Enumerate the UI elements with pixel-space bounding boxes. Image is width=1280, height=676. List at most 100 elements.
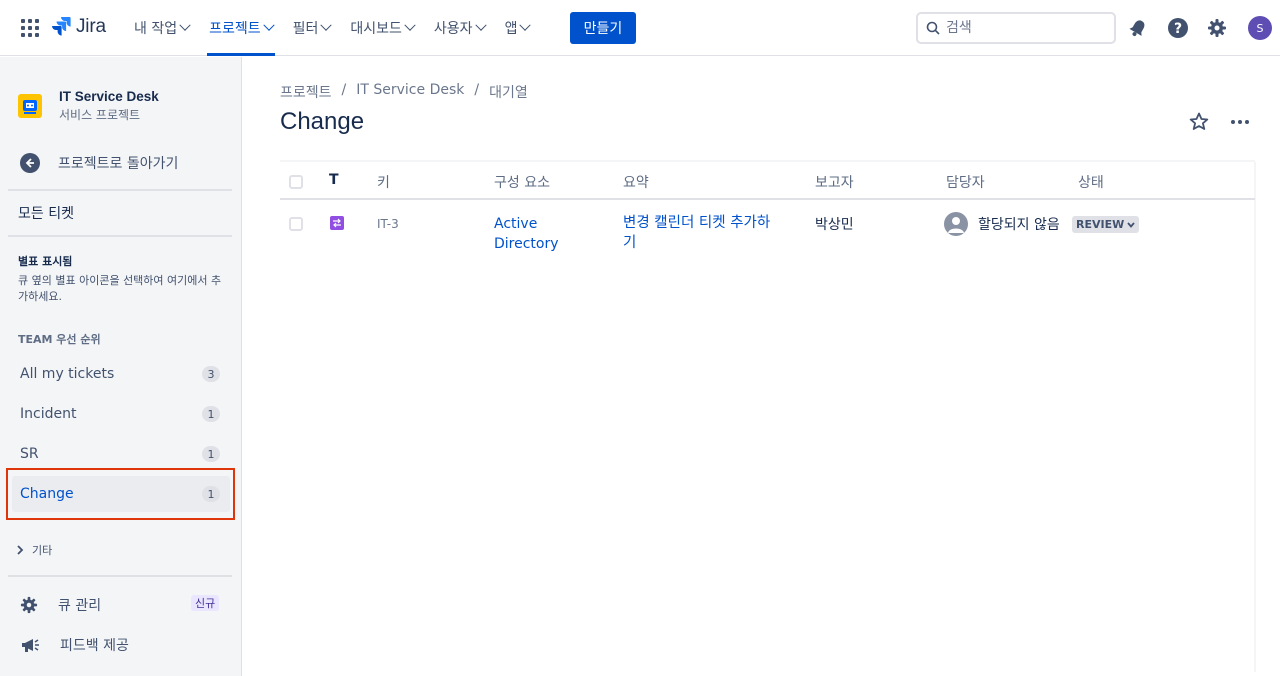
menu-label: 대시보드 <box>350 21 402 37</box>
chevron-down-icon <box>519 19 532 31</box>
help-icon[interactable]: ? <box>1166 16 1190 40</box>
table-top-border <box>280 160 1255 162</box>
manage-queues-link[interactable]: 큐 관리 <box>20 595 101 615</box>
breadcrumb-queues[interactable]: 대기열 <box>489 82 528 102</box>
column-status[interactable]: 상태 <box>1078 172 1104 192</box>
back-label: 프로젝트로 돌아가기 <box>58 156 179 172</box>
table-right-border <box>1254 162 1256 672</box>
menu-people[interactable]: 사용자 <box>433 0 487 56</box>
queue-count: 3 <box>202 366 220 382</box>
status-label: REVIEW <box>1076 218 1125 231</box>
search-icon <box>926 21 940 35</box>
table-header-divider <box>280 198 1255 200</box>
ticket-assignee[interactable]: 할당되지 않음 <box>944 212 1060 236</box>
user-avatar[interactable]: S <box>1248 16 1272 40</box>
component-line: Directory <box>494 236 559 252</box>
menu-my-work[interactable]: 내 작업 <box>134 0 191 56</box>
sidebar-divider <box>8 189 232 191</box>
change-type-icon <box>330 216 344 230</box>
queue-item-sr[interactable]: SR 1 <box>12 436 230 472</box>
breadcrumb-separator: / <box>474 82 480 98</box>
sidebar: IT Service Desk 서비스 프로젝트 프로젝트로 돌아가기 모든 티… <box>0 57 242 676</box>
give-feedback-link[interactable]: 피드백 제공 <box>20 635 129 655</box>
star-icon[interactable] <box>1187 110 1211 134</box>
top-navigation: Jira 내 작업 프로젝트 필터 대시보드 사용자 앱 만들기 ? S <box>0 0 1280 56</box>
logo-text: Jira <box>76 16 106 37</box>
chevron-down-icon <box>404 19 416 31</box>
ticket-reporter: 박상민 <box>815 217 854 233</box>
chevron-right-icon <box>17 545 24 555</box>
chevron-down-icon <box>320 19 333 31</box>
assignee-label: 할당되지 않음 <box>978 217 1060 233</box>
megaphone-icon <box>22 639 39 652</box>
chevron-down-icon <box>262 19 275 31</box>
project-name: IT Service Desk <box>59 89 159 104</box>
row-checkbox[interactable] <box>289 217 303 231</box>
starred-description: 큐 옆의 별표 아이콘을 선택하여 여기에서 추가하세요. <box>18 274 222 303</box>
select-all-checkbox[interactable] <box>289 175 303 189</box>
breadcrumb-separator: / <box>341 82 347 98</box>
breadcrumb-project[interactable]: IT Service Desk <box>356 82 464 102</box>
breadcrumb: 프로젝트 / IT Service Desk / 대기열 <box>280 82 528 102</box>
column-reporter[interactable]: 보고자 <box>815 172 854 192</box>
back-to-projects-link[interactable]: 프로젝트로 돌아가기 <box>20 153 178 173</box>
column-assignee[interactable]: 담당자 <box>946 172 985 192</box>
search-box[interactable] <box>916 12 1116 44</box>
ticket-component[interactable]: Active Directory <box>494 214 559 254</box>
app-switcher-icon[interactable] <box>21 19 39 37</box>
create-button[interactable]: 만들기 <box>570 12 636 44</box>
queue-label: All my tickets <box>20 366 115 382</box>
starred-heading: 별표 표시됨 <box>18 255 73 268</box>
other-label: 기타 <box>32 544 53 557</box>
project-type: 서비스 프로젝트 <box>59 108 141 122</box>
search-input[interactable] <box>946 20 1106 36</box>
gear-icon <box>20 596 38 614</box>
summary-line: 변경 캘린더 티켓 추가하 <box>623 215 771 231</box>
settings-icon[interactable] <box>1205 16 1229 40</box>
chevron-down-icon <box>1127 221 1135 228</box>
queue-label: Incident <box>20 406 77 422</box>
menu-label: 필터 <box>292 21 319 37</box>
new-badge: 신규 <box>191 595 220 611</box>
default-avatar-icon <box>944 212 968 236</box>
menu-filters[interactable]: 필터 <box>292 0 333 56</box>
page-title: Change <box>280 108 365 135</box>
main-menu: 내 작업 프로젝트 필터 대시보드 사용자 앱 <box>134 0 549 56</box>
feedback-label: 피드백 제공 <box>60 638 129 654</box>
team-priority-heading: TEAM 우선 순위 <box>18 333 101 346</box>
queue-count: 1 <box>202 446 220 462</box>
project-header[interactable]: IT Service Desk 서비스 프로젝트 <box>18 89 159 123</box>
column-key[interactable]: 키 <box>377 172 390 192</box>
more-options-icon[interactable] <box>1228 110 1252 134</box>
selection-highlight-box <box>6 468 235 520</box>
column-component[interactable]: 구성 요소 <box>494 172 550 192</box>
chevron-down-icon <box>179 19 191 31</box>
arrow-left-icon <box>20 153 40 173</box>
menu-projects[interactable]: 프로젝트 <box>207 0 275 56</box>
menu-dashboards[interactable]: 대시보드 <box>350 0 416 56</box>
jira-logo-icon <box>52 17 71 36</box>
status-badge[interactable]: REVIEW <box>1072 216 1140 233</box>
jira-logo[interactable]: Jira <box>52 16 106 38</box>
svg-text:?: ? <box>1174 21 1182 37</box>
menu-label: 프로젝트 <box>209 21 261 37</box>
menu-label: 앱 <box>504 21 518 37</box>
queue-item-incident[interactable]: Incident 1 <box>12 396 230 432</box>
column-type[interactable]: T <box>329 172 339 188</box>
column-summary[interactable]: 요약 <box>623 172 649 192</box>
breadcrumb-projects[interactable]: 프로젝트 <box>280 82 332 102</box>
notifications-icon[interactable] <box>1126 16 1150 40</box>
sidebar-divider <box>8 575 232 577</box>
menu-label: 내 작업 <box>134 21 178 37</box>
chevron-down-icon <box>474 19 487 31</box>
menu-apps[interactable]: 앱 <box>504 0 532 56</box>
queue-label: SR <box>20 446 39 462</box>
ticket-key[interactable]: IT-3 <box>377 217 399 231</box>
sidebar-divider <box>8 235 232 237</box>
component-line: Active <box>494 216 538 232</box>
ticket-summary[interactable]: 변경 캘린더 티켓 추가하 기 <box>623 213 770 253</box>
queue-item-all-my-tickets[interactable]: All my tickets 3 <box>12 356 230 392</box>
all-tickets-link[interactable]: 모든 티켓 <box>18 203 74 223</box>
other-section-toggle[interactable]: 기타 <box>16 542 52 558</box>
menu-label: 사용자 <box>433 21 473 37</box>
